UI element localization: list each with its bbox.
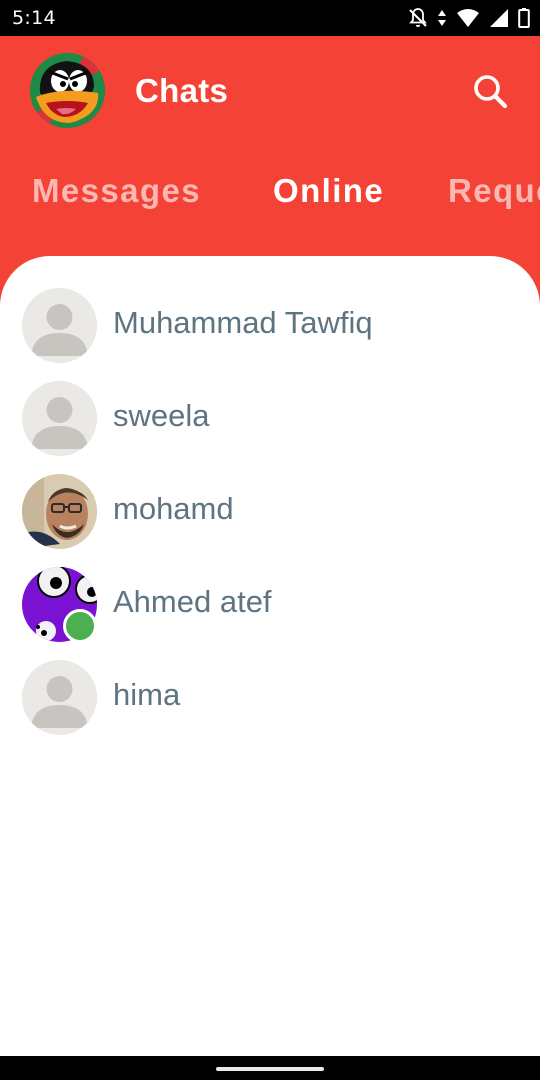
- wifi-icon: [456, 7, 480, 29]
- search-button[interactable]: [468, 69, 514, 115]
- status-bar: 5:14: [0, 0, 540, 36]
- contact-name: sweela: [113, 398, 210, 433]
- contact-avatar: [22, 474, 97, 549]
- online-status-badge: [63, 609, 97, 643]
- home-indicator[interactable]: [216, 1067, 324, 1071]
- contact-row-mohamd[interactable]: mohamd: [0, 474, 540, 567]
- contact-row-hima[interactable]: hima: [0, 660, 540, 753]
- notifications-off-icon: [408, 7, 428, 29]
- search-icon: [474, 75, 508, 109]
- battery-icon: [518, 7, 530, 29]
- contact-avatar: [22, 660, 97, 735]
- default-person-icon: [22, 660, 97, 735]
- tab-online[interactable]: Online: [273, 172, 384, 210]
- tab-requests[interactable]: Requests: [448, 172, 540, 210]
- data-arrows-icon: [437, 7, 447, 29]
- contact-avatar: [22, 288, 97, 363]
- content-panel: Muhammad Tawfiq sweela mohamd Ahmed atef…: [0, 256, 540, 1056]
- contact-row-sweela[interactable]: sweela: [0, 381, 540, 474]
- contact-row-ahmed-atef[interactable]: Ahmed atef: [0, 567, 540, 660]
- contact-name: Muhammad Tawfiq: [113, 305, 373, 340]
- default-person-icon: [22, 381, 97, 456]
- contact-name: mohamd: [113, 491, 234, 526]
- app-header: Chats: [0, 36, 540, 148]
- page-title: Chats: [135, 72, 229, 109]
- contact-avatar: [22, 381, 97, 456]
- contact-row-muhammad-tawfiq[interactable]: Muhammad Tawfiq: [0, 288, 540, 381]
- contact-name: Ahmed atef: [113, 584, 272, 619]
- photo-avatar-icon: [22, 474, 97, 549]
- status-icons: [408, 7, 530, 29]
- contact-name: hima: [113, 677, 181, 712]
- tab-bar: Messages Online Requests: [0, 150, 540, 234]
- system-nav-bar: [0, 1056, 540, 1080]
- status-time: 5:14: [12, 7, 56, 29]
- profile-avatar[interactable]: [30, 53, 105, 128]
- duck-avatar-icon: [30, 53, 105, 128]
- cell-signal-icon: [489, 7, 509, 29]
- default-person-icon: [22, 288, 97, 363]
- tab-messages[interactable]: Messages: [32, 172, 201, 210]
